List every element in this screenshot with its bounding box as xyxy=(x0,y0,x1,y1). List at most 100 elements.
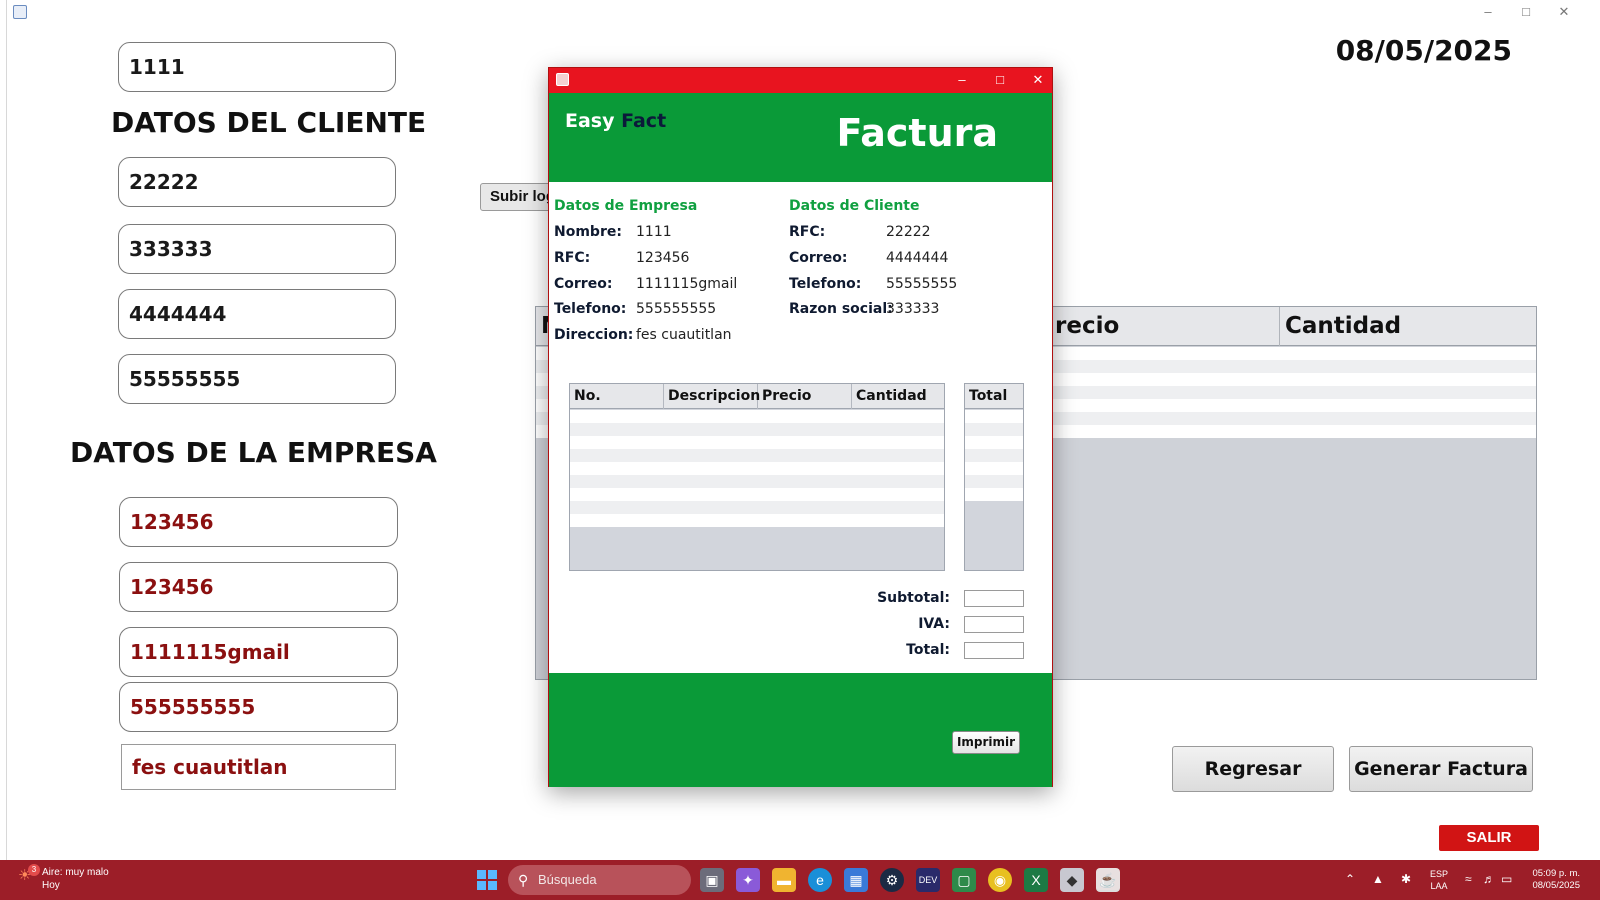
client-rfc-value: 22222 xyxy=(886,224,931,240)
total-table[interactable]: Total xyxy=(964,383,1024,571)
battery-icon[interactable]: ▭ xyxy=(1501,872,1512,886)
table-row[interactable] xyxy=(570,488,944,501)
company-field-2-input[interactable]: 123456 xyxy=(119,562,398,612)
clock[interactable]: 05:09 p. m. 08/05/2025 xyxy=(1520,868,1580,892)
network-app-icon[interactable]: ▲ xyxy=(1372,872,1384,886)
steam-icon[interactable]: ⚙ xyxy=(880,868,904,892)
company-name-label: Nombre: xyxy=(554,224,622,240)
print-button[interactable]: Imprimir xyxy=(952,731,1020,754)
invoice-dialog: – □ ✕ Easy Fact Factura Datos de Empresa… xyxy=(548,67,1053,787)
excel-icon[interactable]: X xyxy=(1024,868,1048,892)
client-rfc-label: RFC: xyxy=(789,224,826,240)
table-row[interactable] xyxy=(965,423,1023,436)
file-explorer-icon[interactable]: ▬ xyxy=(772,868,796,892)
java-app-icon xyxy=(13,5,27,19)
company-info-heading: Datos de Empresa xyxy=(554,198,698,214)
items-table-header: No. Descripcion Precio Cantidad xyxy=(570,384,944,409)
client-rfc-input[interactable]: 22222 xyxy=(118,157,396,207)
close-icon[interactable]: ✕ xyxy=(1556,4,1572,20)
table-row[interactable] xyxy=(570,436,944,449)
edge-browser-icon[interactable]: e xyxy=(808,868,832,892)
clock-date: 08/05/2025 xyxy=(1532,880,1580,891)
task-view-icon[interactable]: ▣ xyxy=(700,868,724,892)
volume-icon[interactable]: ♬ xyxy=(1483,872,1495,886)
java-taskbar-icon[interactable]: ☕ xyxy=(1096,868,1120,892)
company-phone-label: Telefono: xyxy=(554,301,627,317)
company-name-value: 1111 xyxy=(636,224,672,240)
table-row[interactable] xyxy=(570,475,944,488)
client-razon-value: 333333 xyxy=(886,301,940,317)
table-row[interactable] xyxy=(570,410,944,423)
dialog-header: Easy Fact Factura xyxy=(549,93,1052,182)
subtotal-field[interactable] xyxy=(964,590,1024,607)
store-icon[interactable]: ▦ xyxy=(844,868,868,892)
taskbar-search[interactable]: ⚲ Búsqueda xyxy=(508,865,691,895)
items-col-price[interactable]: Precio xyxy=(758,384,852,409)
wifi-icon[interactable]: ≈ xyxy=(1465,872,1472,886)
brand-logo: Easy Fact xyxy=(565,110,666,132)
items-col-quantity[interactable]: Cantidad xyxy=(852,384,946,409)
client-phone-label: Telefono: xyxy=(789,276,862,292)
client-email-label: Correo: xyxy=(789,250,848,266)
company-phone-input[interactable]: 555555555 xyxy=(119,682,398,732)
products-col-price[interactable]: recio xyxy=(1050,307,1280,346)
table-row[interactable] xyxy=(965,436,1023,449)
table-row[interactable] xyxy=(570,423,944,436)
client-email-input[interactable]: 4444444 xyxy=(118,289,396,339)
company-address-input[interactable]: fes cuautitlan xyxy=(121,744,396,790)
security-app-icon[interactable]: ◆ xyxy=(1060,868,1084,892)
subtotal-label: Subtotal: xyxy=(877,590,950,606)
company-email-input[interactable]: 1111115gmail xyxy=(119,627,398,677)
dialog-maximize-icon[interactable]: □ xyxy=(990,71,1010,89)
total-table-header[interactable]: Total xyxy=(965,384,1023,409)
company-rfc-value: 123456 xyxy=(636,250,690,266)
total-label: Total: xyxy=(906,642,950,658)
windows-start-icon[interactable] xyxy=(477,870,497,890)
iva-label: IVA: xyxy=(918,616,950,632)
table-row[interactable] xyxy=(570,462,944,475)
generate-invoice-button[interactable]: Generar Factura xyxy=(1349,746,1533,792)
table-row[interactable] xyxy=(965,410,1023,423)
company-field-1-input[interactable]: 123456 xyxy=(119,497,398,547)
copilot-icon[interactable]: ✦ xyxy=(736,868,760,892)
table-row[interactable] xyxy=(965,475,1023,488)
company-section-title: DATOS DE LA EMPRESA xyxy=(70,436,437,469)
table-row[interactable] xyxy=(965,449,1023,462)
exit-button[interactable]: SALIR xyxy=(1439,825,1539,851)
total-field[interactable] xyxy=(964,642,1024,659)
client-phone-value: 55555555 xyxy=(886,276,958,292)
items-col-number[interactable]: No. xyxy=(570,384,664,409)
products-col-quantity[interactable]: Cantidad xyxy=(1280,307,1538,346)
chevron-up-icon[interactable]: ⌃ xyxy=(1345,872,1355,886)
brand-easy: Easy xyxy=(565,110,615,132)
company-address-label: Direccion: xyxy=(554,327,634,343)
client-phone-input[interactable]: 55555555 xyxy=(118,354,396,404)
table-row[interactable] xyxy=(965,488,1023,501)
client-razon-input[interactable]: 333333 xyxy=(118,224,396,274)
company-address-value: fes cuautitlan xyxy=(636,327,732,343)
company-rfc-label: RFC: xyxy=(554,250,591,266)
dialog-titlebar: – □ ✕ xyxy=(549,68,1052,93)
chrome-icon[interactable]: ◉ xyxy=(988,868,1012,892)
bluetooth-icon[interactable]: ✱ xyxy=(1401,872,1411,886)
minimize-icon[interactable]: – xyxy=(1480,4,1496,20)
weather-badge: 3 xyxy=(28,864,40,876)
table-row[interactable] xyxy=(570,514,944,527)
top-number-input[interactable]: 1111 xyxy=(118,42,396,92)
company-email-value: 1111115gmail xyxy=(636,276,738,292)
table-row[interactable] xyxy=(570,449,944,462)
client-section-title: DATOS DEL CLIENTE xyxy=(111,106,427,139)
maximize-icon[interactable]: □ xyxy=(1518,4,1534,20)
presentation-app-icon[interactable]: ▢ xyxy=(952,868,976,892)
weather-day: Hoy xyxy=(42,880,60,891)
items-col-description[interactable]: Descripcion xyxy=(664,384,760,409)
dialog-minimize-icon[interactable]: – xyxy=(952,71,972,89)
iva-field[interactable] xyxy=(964,616,1024,633)
dialog-close-icon[interactable]: ✕ xyxy=(1028,71,1048,89)
dev-app-icon[interactable]: DEV xyxy=(916,868,940,892)
language-indicator[interactable]: ESP LAA xyxy=(1430,868,1448,892)
table-row[interactable] xyxy=(965,462,1023,475)
back-button[interactable]: Regresar xyxy=(1172,746,1334,792)
items-table[interactable]: No. Descripcion Precio Cantidad xyxy=(569,383,945,571)
table-row[interactable] xyxy=(570,501,944,514)
